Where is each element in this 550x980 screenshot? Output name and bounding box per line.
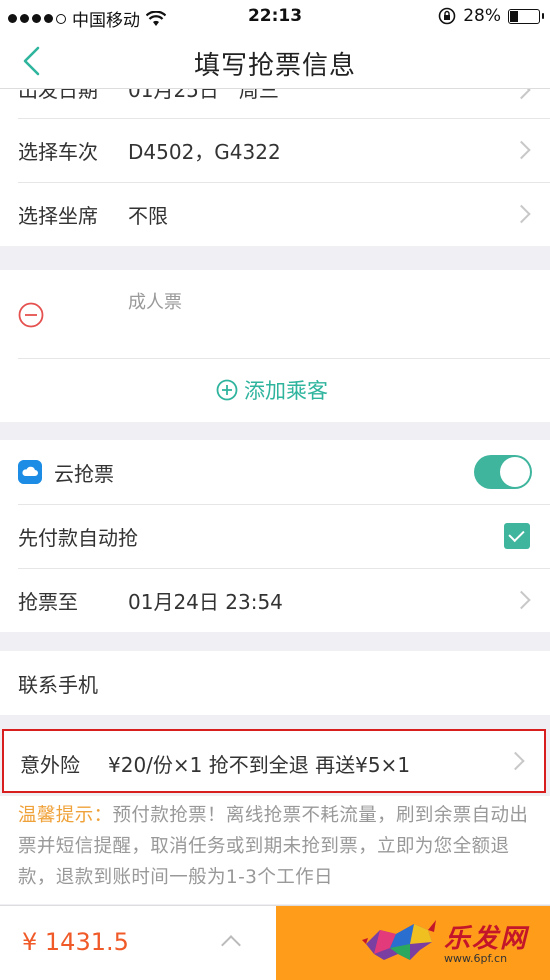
watermark-text: 乐发网 bbox=[444, 924, 529, 954]
prepay-label: 先付款自动抢 bbox=[18, 525, 138, 550]
cloud-grab-label: 云抢票 bbox=[54, 461, 114, 486]
total-price: ¥ 1431.5 bbox=[22, 928, 129, 956]
nav-bar: 填写抢票信息 bbox=[0, 34, 550, 89]
bull-logo-icon bbox=[362, 920, 436, 960]
insurance-value: ¥20/份×1 抢不到全退 再送¥5×1 bbox=[108, 753, 411, 777]
rotation-lock-icon bbox=[438, 7, 456, 25]
grab-until-label: 抢票至 bbox=[18, 589, 78, 614]
contact-phone-row[interactable]: 联系手机 bbox=[0, 651, 550, 715]
battery-percent: 28% bbox=[463, 6, 501, 26]
chevron-right-icon bbox=[512, 204, 531, 224]
ticket-type: 成人票 bbox=[128, 292, 182, 313]
remove-passenger-icon[interactable] bbox=[18, 302, 44, 328]
tip-label: 温馨提示： bbox=[18, 805, 113, 826]
passenger-section: 成人票 添加乘客 bbox=[0, 270, 550, 422]
grab-section: 云抢票 先付款自动抢 抢票至 01月24日 23:54 bbox=[0, 440, 550, 632]
insurance-row[interactable]: 意外险 ¥20/份×1 抢不到全退 再送¥5×1 bbox=[2, 729, 546, 793]
grab-until-row[interactable]: 抢票至 01月24日 23:54 bbox=[0, 568, 550, 632]
bottom-bar: ¥ 1431.5 乐发网 www.6pf.cn bbox=[0, 905, 550, 980]
train-select-row[interactable]: 选择车次 D4502，G4322 bbox=[0, 118, 550, 182]
warm-tip: 温馨提示：预付款抢票！离线抢票不耗流量，刷到余票自动出票并短信提醒，取消任务或到… bbox=[0, 796, 550, 904]
cloud-grab-row: 云抢票 bbox=[0, 440, 550, 504]
cloud-grab-toggle[interactable] bbox=[474, 455, 532, 489]
grab-until-value: 01月24日 23:54 bbox=[128, 589, 283, 614]
watermark-logo: 乐发网 www.6pf.cn bbox=[362, 910, 544, 974]
passenger-row: 成人票 bbox=[0, 270, 550, 358]
train-label: 选择车次 bbox=[18, 139, 98, 164]
insurance-label: 意外险 bbox=[20, 753, 80, 777]
prepay-checkbox[interactable] bbox=[504, 523, 530, 549]
chevron-right-icon bbox=[506, 751, 525, 771]
seat-label: 选择坐席 bbox=[18, 203, 98, 228]
cloud-icon bbox=[18, 460, 42, 484]
status-bar: 中国移动 22:13 28% bbox=[0, 0, 550, 34]
contact-section: 联系手机 bbox=[0, 651, 550, 715]
seat-select-row[interactable]: 选择坐席 不限 bbox=[0, 182, 550, 246]
status-right: 28% bbox=[438, 6, 544, 26]
submit-button[interactable]: 乐发网 www.6pf.cn bbox=[276, 906, 550, 980]
battery-icon bbox=[508, 8, 544, 24]
prepay-row: 先付款自动抢 bbox=[0, 504, 550, 568]
train-value: D4502，G4322 bbox=[128, 139, 281, 164]
add-passenger-button[interactable]: 添加乘客 bbox=[0, 358, 550, 422]
add-circle-icon bbox=[216, 379, 238, 401]
trip-section: 出发日期 01月25日 周三 选择车次 D4502，G4322 选择坐席 不限 bbox=[0, 78, 550, 246]
chevron-up-icon[interactable] bbox=[221, 935, 241, 955]
page-title: 填写抢票信息 bbox=[193, 51, 356, 81]
watermark-url: www.6pf.cn bbox=[444, 952, 508, 965]
contact-phone-label: 联系手机 bbox=[18, 672, 98, 697]
seat-value: 不限 bbox=[128, 203, 168, 228]
chevron-right-icon bbox=[512, 140, 531, 160]
chevron-right-icon bbox=[512, 590, 531, 610]
add-passenger-label: 添加乘客 bbox=[244, 379, 328, 403]
departure-date-row[interactable]: 出发日期 01月25日 周三 bbox=[0, 78, 550, 118]
